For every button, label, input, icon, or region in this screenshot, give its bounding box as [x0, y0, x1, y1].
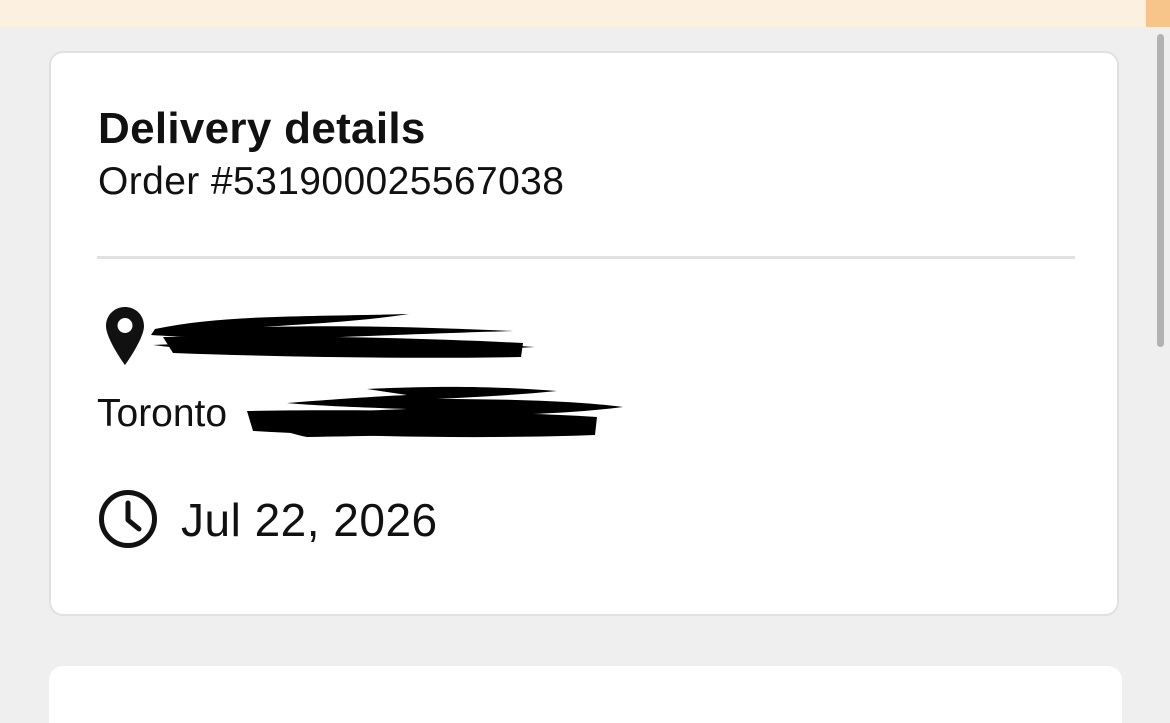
address-city: Toronto [97, 392, 228, 435]
delivery-address-line2: Toronto [97, 383, 697, 453]
delivery-date-row: Jul 22, 2026 [97, 485, 697, 555]
delivery-date: Jul 22, 2026 [181, 494, 438, 546]
delivery-address-line1 [97, 305, 697, 375]
scrollbar[interactable] [1150, 27, 1170, 723]
top-banner-accent [1146, 0, 1170, 27]
redaction-mark [247, 386, 623, 438]
redaction-mark [151, 314, 535, 358]
top-banner [0, 0, 1170, 27]
next-card [49, 666, 1122, 723]
map-pin-icon [106, 307, 144, 365]
card-title: Delivery details [98, 104, 426, 153]
delivery-details-card: Delivery details Order #531900025567038 … [49, 51, 1119, 616]
clock-icon [99, 490, 157, 548]
order-number: Order #531900025567038 [98, 160, 565, 203]
scrollbar-thumb[interactable] [1157, 34, 1164, 347]
divider [97, 256, 1075, 259]
app-screen: Delivery details Order #531900025567038 … [0, 0, 1170, 723]
